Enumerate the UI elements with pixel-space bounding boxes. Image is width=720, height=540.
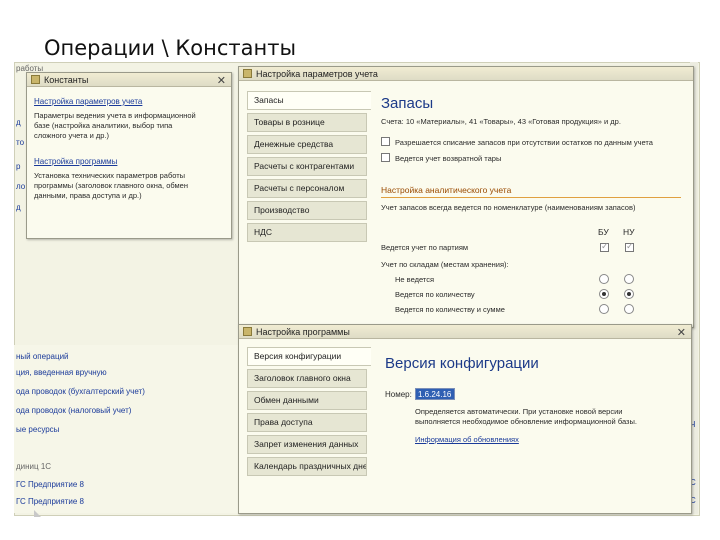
tab-data-lock[interactable]: Запрет изменения данных [247,435,367,454]
warehouses-row-label: Учет по складам (местам хранения): [381,260,509,269]
nomenclature-line: Учет запасов всегда ведется по номенклат… [381,203,636,212]
accounts-line: Счета: 10 «Материалы», 41 «Товары», 43 «… [381,117,621,126]
tab-cash[interactable]: Денежные средства [247,135,367,154]
option-quantity-bu-radio[interactable] [599,289,609,299]
option-quantity-nu-radio[interactable] [624,289,634,299]
option-not-kept-label: Не ведется [395,275,435,284]
tab-inventory[interactable]: Запасы [247,91,371,110]
program-settings-link[interactable]: Настройка программы [34,157,117,166]
bg-left-link[interactable]: д [16,203,21,212]
slide-title: Операции \ Константы [44,36,297,60]
bg-bottom-link[interactable]: ГС Предприятие 8 [16,497,84,506]
tab-data-exchange[interactable]: Обмен данными [247,391,367,410]
tab-retail-goods[interactable]: Товары в рознице [247,113,367,132]
tab-production[interactable]: Производство [247,201,367,220]
program-settings-title: Настройка программы [256,326,350,337]
program-settings-titlebar[interactable]: Настройка программы [239,325,691,339]
tab-vat[interactable]: НДС [247,223,367,242]
tab-holidays-calendar[interactable]: Календарь праздничных дней [247,457,367,476]
inventory-heading: Запасы [381,95,434,112]
version-note: Определяется автоматически. При установк… [415,407,623,416]
window-icon [243,69,252,78]
constants-window: Константы ✕ Настройка параметров учета П… [26,72,232,239]
tab-main-window-title[interactable]: Заголовок главного окна [247,369,367,388]
batches-bu-checkbox[interactable] [600,241,609,252]
bg-bottom-link[interactable]: диниц 1С [16,462,51,471]
version-number-field[interactable]: 1.6.24.16 [415,388,455,400]
bg-bottom-link[interactable]: ГС Предприятие 8 [16,480,84,489]
version-number-label: Номер: [385,390,412,399]
constants-window-titlebar[interactable]: Константы [27,73,231,87]
bg-bottom-link[interactable]: ода проводок (налоговый учет) [16,406,131,415]
bg-bottom-link[interactable]: ые ресурсы [16,425,59,434]
close-icon[interactable]: ✕ [677,326,686,339]
bg-left-link[interactable]: д [16,118,21,127]
accounting-settings-desc: Параметры ведения учета в информационной [34,111,196,120]
bg-bottom-link[interactable]: ный операций [16,352,69,361]
bg-left-link[interactable]: то [16,138,24,147]
option-quantity-label: Ведется по количеству [395,290,475,299]
window-icon [243,327,252,336]
accounting-params-title: Настройка параметров учета [256,68,378,79]
constants-window-title: Константы [44,74,89,85]
allow-writeoff-label: Разрешается списание запасов при отсутст… [395,138,653,147]
option-qty-sum-bu-radio[interactable] [599,304,609,314]
accounting-params-titlebar[interactable]: Настройка параметров учета [239,67,693,81]
accounting-settings-desc: сложного учета и др.) [34,131,110,140]
batches-row-label: Ведется учет по партиям [381,243,469,252]
column-bu: БУ [598,227,609,237]
accounting-params-window: Настройка параметров учета Запасы Товары… [238,66,694,328]
bg-left-link[interactable]: р [16,162,20,171]
bg-left-link[interactable]: ло [16,182,25,191]
analytics-section-title: Настройка аналитического учета [381,185,512,195]
tab-personnel[interactable]: Расчеты с персоналом [247,179,367,198]
program-settings-desc: программы (заголовок главного окна, обме… [34,181,188,190]
returnable-tare-label: Ведется учет возвратной тары [395,154,502,163]
config-version-heading: Версия конфигурации [385,355,539,372]
tab-config-version[interactable]: Версия конфигурации [247,347,371,366]
option-not-kept-bu-radio[interactable] [599,274,609,284]
tab-access-rights[interactable]: Права доступа [247,413,367,432]
option-not-kept-nu-radio[interactable] [624,274,634,284]
bg-bottom-link[interactable]: ода проводок (бухгалтерский учет) [16,387,145,396]
allow-writeoff-checkbox[interactable] [381,137,390,146]
tab-counterparties[interactable]: Расчеты с контрагентами [247,157,367,176]
program-settings-window: Настройка программы ✕ Версия конфигураци… [238,324,692,514]
program-settings-desc: Установка технических параметров работы [34,171,186,180]
section-divider [381,197,681,198]
option-qty-sum-label: Ведется по количеству и сумме [395,305,505,314]
corner-arrow-decoration [34,510,41,517]
accounting-settings-link[interactable]: Настройка параметров учета [34,97,142,106]
bg-bottom-link[interactable]: ция, введенная вручную [16,368,107,377]
option-qty-sum-nu-radio[interactable] [624,304,634,314]
updates-info-link[interactable]: Информация об обновлениях [415,435,519,444]
window-icon [31,75,40,84]
column-nu: НУ [623,227,635,237]
returnable-tare-checkbox[interactable] [381,153,390,162]
program-settings-desc: данными, права доступа и др.) [34,191,142,200]
batches-nu-checkbox[interactable] [625,241,634,252]
accounting-settings-desc: базе (настройка аналитики, выбор типа [34,121,173,130]
close-icon[interactable]: ✕ [217,74,226,87]
version-note: выполняется необходимое обновление инфор… [415,417,637,426]
